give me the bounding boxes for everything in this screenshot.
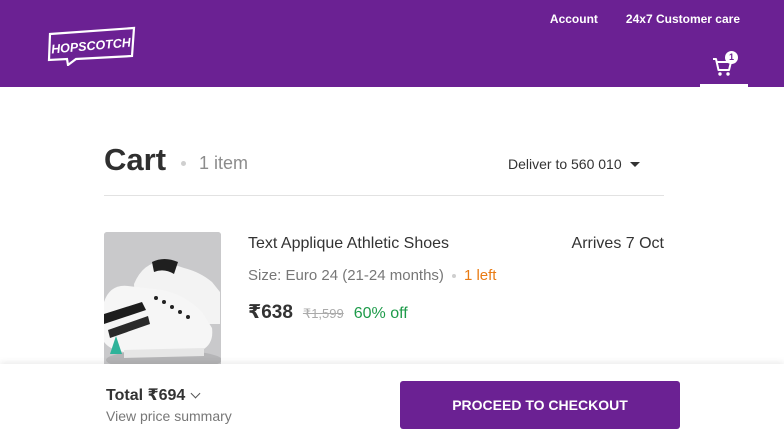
caret-down-icon [629, 161, 640, 167]
checkout-bar: Total ₹694 View price summary PROCEED TO… [0, 364, 784, 445]
product-image[interactable] [104, 232, 221, 372]
total-amount: Total ₹694 [106, 387, 186, 404]
page-title: Cart [104, 142, 167, 177]
sneaker-photo [104, 232, 221, 372]
active-tab-underline [700, 84, 748, 87]
total-toggle[interactable]: Total ₹694 [106, 385, 201, 405]
divider [104, 195, 664, 196]
price-row: ₹638 ₹1,599 60% off [248, 301, 408, 324]
delivery-pincode-selector[interactable]: Deliver to 560 010 [508, 156, 640, 172]
separator-dot [451, 273, 456, 278]
arrival-date: Arrives 7 Oct [571, 235, 664, 252]
hopscotch-logo[interactable]: HOPSCOTCH [46, 26, 138, 66]
view-price-summary-link[interactable]: View price summary [106, 408, 232, 424]
product-size: Size: Euro 24 (21-24 months) [248, 267, 444, 284]
site-header: HOPSCOTCH Account 24x7 Customer care 1 [0, 0, 784, 87]
svg-text:HOPSCOTCH: HOPSCOTCH [51, 35, 133, 56]
cart-button[interactable]: 1 [700, 50, 748, 87]
product-size-row: Size: Euro 24 (21-24 months) 1 left [248, 267, 496, 284]
deliver-to-label: Deliver to 560 010 [508, 156, 622, 172]
chevron-down-icon [190, 388, 201, 398]
selling-price: ₹638 [248, 302, 293, 323]
item-count: 1 item [199, 153, 249, 173]
product-name[interactable]: Text Applique Athletic Shoes [248, 235, 449, 253]
stock-status: 1 left [463, 267, 497, 284]
discount-label: 60% off [353, 305, 408, 322]
original-price: ₹1,599 [302, 306, 344, 321]
customer-care-link[interactable]: 24x7 Customer care [626, 12, 740, 26]
cart-count-badge: 1 [725, 51, 738, 64]
separator-dot [181, 161, 186, 166]
header-links: Account 24x7 Customer care [550, 12, 740, 26]
account-link[interactable]: Account [550, 12, 598, 26]
proceed-to-checkout-button[interactable]: PROCEED TO CHECKOUT [400, 381, 680, 429]
